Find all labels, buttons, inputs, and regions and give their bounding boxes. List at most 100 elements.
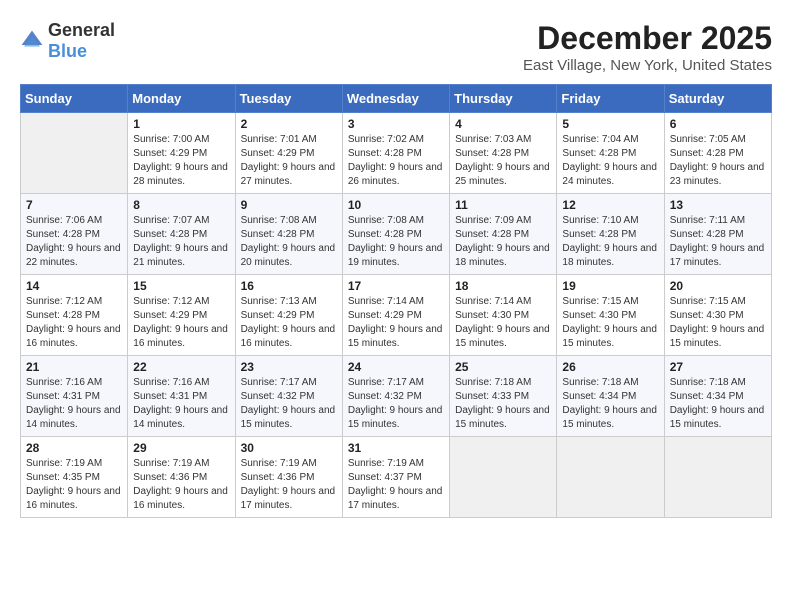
calendar-cell: 5Sunrise: 7:04 AMSunset: 4:28 PMDaylight… [557, 113, 664, 194]
calendar-cell: 20 Sunrise: 7:15 AMSunset: 4:30 PMDayligh… [664, 275, 771, 356]
day-number: 20 [670, 279, 766, 293]
calendar-cell: 8 Sunrise: 7:07 AMSunset: 4:28 PMDaylight… [128, 194, 235, 275]
day-info: Sunrise: 7:15 AMSunset: 4:30 PMDaylight:… [670, 295, 766, 351]
calendar-cell: 3Sunrise: 7:02 AMSunset: 4:28 PMDaylight… [342, 113, 449, 194]
day-number: 31 [348, 441, 444, 455]
calendar-week-row: 28 Sunrise: 7:19 AMSunset: 4:35 PMDayligh… [21, 437, 772, 518]
title-area: December 2025 East Village, New York, Un… [523, 20, 772, 74]
calendar-header-row: SundayMondayTuesdayWednesdayThursdayFrid… [21, 85, 772, 113]
calendar-week-row: 7 Sunrise: 7:06 AMSunset: 4:28 PMDaylight… [21, 194, 772, 275]
day-info: Sunrise: 7:13 AMSunset: 4:29 PMDaylight:… [241, 295, 337, 351]
calendar-cell: 15 Sunrise: 7:12 AMSunset: 4:29 PMDayligh… [128, 275, 235, 356]
header-friday: Friday [557, 85, 664, 113]
logo-blue: Blue [48, 41, 87, 61]
calendar-cell: 14 Sunrise: 7:12 AMSunset: 4:28 PMDayligh… [21, 275, 128, 356]
calendar-cell: 23 Sunrise: 7:17 AMSunset: 4:32 PMDayligh… [235, 356, 342, 437]
day-number: 22 [133, 360, 229, 374]
day-number: 21 [26, 360, 122, 374]
day-number: 12 [562, 198, 658, 212]
header-monday: Monday [128, 85, 235, 113]
day-number: 13 [670, 198, 766, 212]
day-number: 4 [455, 117, 551, 131]
calendar-cell: 21Sunrise: 7:16 AMSunset: 4:31 PMDayligh… [21, 356, 128, 437]
logo-general: General [48, 20, 115, 40]
calendar-cell: 30 Sunrise: 7:19 AMSunset: 4:36 PMDayligh… [235, 437, 342, 518]
day-info: Sunrise: 7:18 AMSunset: 4:34 PMDaylight:… [562, 376, 658, 432]
day-info: Sunrise: 7:14 AMSunset: 4:30 PMDaylight:… [455, 295, 551, 351]
calendar-cell: 31Sunrise: 7:19 AMSunset: 4:37 PMDayligh… [342, 437, 449, 518]
day-info: Sunrise: 7:11 AMSunset: 4:28 PMDaylight:… [670, 214, 766, 270]
day-info: Sunrise: 7:08 AMSunset: 4:28 PMDaylight:… [348, 214, 444, 270]
calendar-table: SundayMondayTuesdayWednesdayThursdayFrid… [20, 84, 772, 518]
day-info: Sunrise: 7:10 AMSunset: 4:28 PMDaylight:… [562, 214, 658, 270]
day-info: Sunrise: 7:12 AMSunset: 4:29 PMDaylight:… [133, 295, 229, 351]
calendar-cell: 7 Sunrise: 7:06 AMSunset: 4:28 PMDaylight… [21, 194, 128, 275]
day-info: Sunrise: 7:17 AMSunset: 4:32 PMDaylight:… [348, 376, 444, 432]
calendar-cell: 29 Sunrise: 7:19 AMSunset: 4:36 PMDayligh… [128, 437, 235, 518]
calendar-cell: 28 Sunrise: 7:19 AMSunset: 4:35 PMDayligh… [21, 437, 128, 518]
day-info: Sunrise: 7:09 AMSunset: 4:28 PMDaylight:… [455, 214, 551, 270]
day-number: 15 [133, 279, 229, 293]
day-number: 29 [133, 441, 229, 455]
day-info: Sunrise: 7:18 AMSunset: 4:33 PMDaylight:… [455, 376, 551, 432]
day-number: 14 [26, 279, 122, 293]
day-info: Sunrise: 7:19 AMSunset: 4:36 PMDaylight:… [133, 457, 229, 513]
calendar-cell [21, 113, 128, 194]
day-number: 10 [348, 198, 444, 212]
calendar-cell [664, 437, 771, 518]
calendar-cell: 16 Sunrise: 7:13 AMSunset: 4:29 PMDayligh… [235, 275, 342, 356]
day-info: Sunrise: 7:06 AMSunset: 4:28 PMDaylight:… [26, 214, 122, 270]
day-number: 3 [348, 117, 444, 131]
calendar-cell: 17Sunrise: 7:14 AMSunset: 4:29 PMDayligh… [342, 275, 449, 356]
calendar-cell: 13 Sunrise: 7:11 AMSunset: 4:28 PMDayligh… [664, 194, 771, 275]
day-info: Sunrise: 7:04 AMSunset: 4:28 PMDaylight:… [562, 133, 658, 189]
header: General Blue December 2025 East Village,… [20, 20, 772, 74]
calendar-cell: 19Sunrise: 7:15 AMSunset: 4:30 PMDayligh… [557, 275, 664, 356]
calendar-cell: 22 Sunrise: 7:16 AMSunset: 4:31 PMDayligh… [128, 356, 235, 437]
calendar-cell: 2 Sunrise: 7:01 AMSunset: 4:29 PMDaylight… [235, 113, 342, 194]
calendar-week-row: 14 Sunrise: 7:12 AMSunset: 4:28 PMDayligh… [21, 275, 772, 356]
calendar-week-row: 1Sunrise: 7:00 AMSunset: 4:29 PMDaylight… [21, 113, 772, 194]
day-info: Sunrise: 7:08 AMSunset: 4:28 PMDaylight:… [241, 214, 337, 270]
calendar-cell: 11Sunrise: 7:09 AMSunset: 4:28 PMDayligh… [450, 194, 557, 275]
day-number: 16 [241, 279, 337, 293]
calendar-cell: 25 Sunrise: 7:18 AMSunset: 4:33 PMDayligh… [450, 356, 557, 437]
day-number: 18 [455, 279, 551, 293]
day-info: Sunrise: 7:15 AMSunset: 4:30 PMDaylight:… [562, 295, 658, 351]
day-number: 24 [348, 360, 444, 374]
logo-text: General Blue [48, 20, 115, 62]
header-sunday: Sunday [21, 85, 128, 113]
day-number: 7 [26, 198, 122, 212]
day-info: Sunrise: 7:07 AMSunset: 4:28 PMDaylight:… [133, 214, 229, 270]
day-info: Sunrise: 7:14 AMSunset: 4:29 PMDaylight:… [348, 295, 444, 351]
day-info: Sunrise: 7:16 AMSunset: 4:31 PMDaylight:… [133, 376, 229, 432]
day-number: 2 [241, 117, 337, 131]
calendar-cell: 24 Sunrise: 7:17 AMSunset: 4:32 PMDayligh… [342, 356, 449, 437]
day-number: 26 [562, 360, 658, 374]
calendar-cell [557, 437, 664, 518]
day-info: Sunrise: 7:01 AMSunset: 4:29 PMDaylight:… [241, 133, 337, 189]
day-info: Sunrise: 7:03 AMSunset: 4:28 PMDaylight:… [455, 133, 551, 189]
calendar-week-row: 21 Sunrise: 7:16 AMSunset: 4:31 PMDayligh… [21, 356, 772, 437]
location-title: East Village, New York, United States [523, 57, 772, 74]
day-info: Sunrise: 7:05 AMSunset: 4:28 PMDaylight:… [670, 133, 766, 189]
calendar-cell: 4 Sunrise: 7:03 AMSunset: 4:28 PMDaylight… [450, 113, 557, 194]
day-info: Sunrise: 7:12 AMSunset: 4:28 PMDaylight:… [26, 295, 122, 351]
day-info: Sunrise: 7:17 AMSunset: 4:32 PMDaylight:… [241, 376, 337, 432]
day-number: 23 [241, 360, 337, 374]
day-number: 6 [670, 117, 766, 131]
header-wednesday: Wednesday [342, 85, 449, 113]
header-thursday: Thursday [450, 85, 557, 113]
day-number: 8 [133, 198, 229, 212]
logo-icon [20, 29, 44, 53]
day-info: Sunrise: 7:19 AMSunset: 4:36 PMDaylight:… [241, 457, 337, 513]
day-number: 28 [26, 441, 122, 455]
calendar-cell: 18 Sunrise: 7:14 AMSunset: 4:30 PMDayligh… [450, 275, 557, 356]
day-number: 9 [241, 198, 337, 212]
calendar-cell [450, 437, 557, 518]
month-title: December 2025 [523, 20, 772, 57]
day-info: Sunrise: 7:18 AMSunset: 4:34 PMDaylight:… [670, 376, 766, 432]
day-number: 30 [241, 441, 337, 455]
day-number: 25 [455, 360, 551, 374]
day-info: Sunrise: 7:19 AMSunset: 4:35 PMDaylight:… [26, 457, 122, 513]
